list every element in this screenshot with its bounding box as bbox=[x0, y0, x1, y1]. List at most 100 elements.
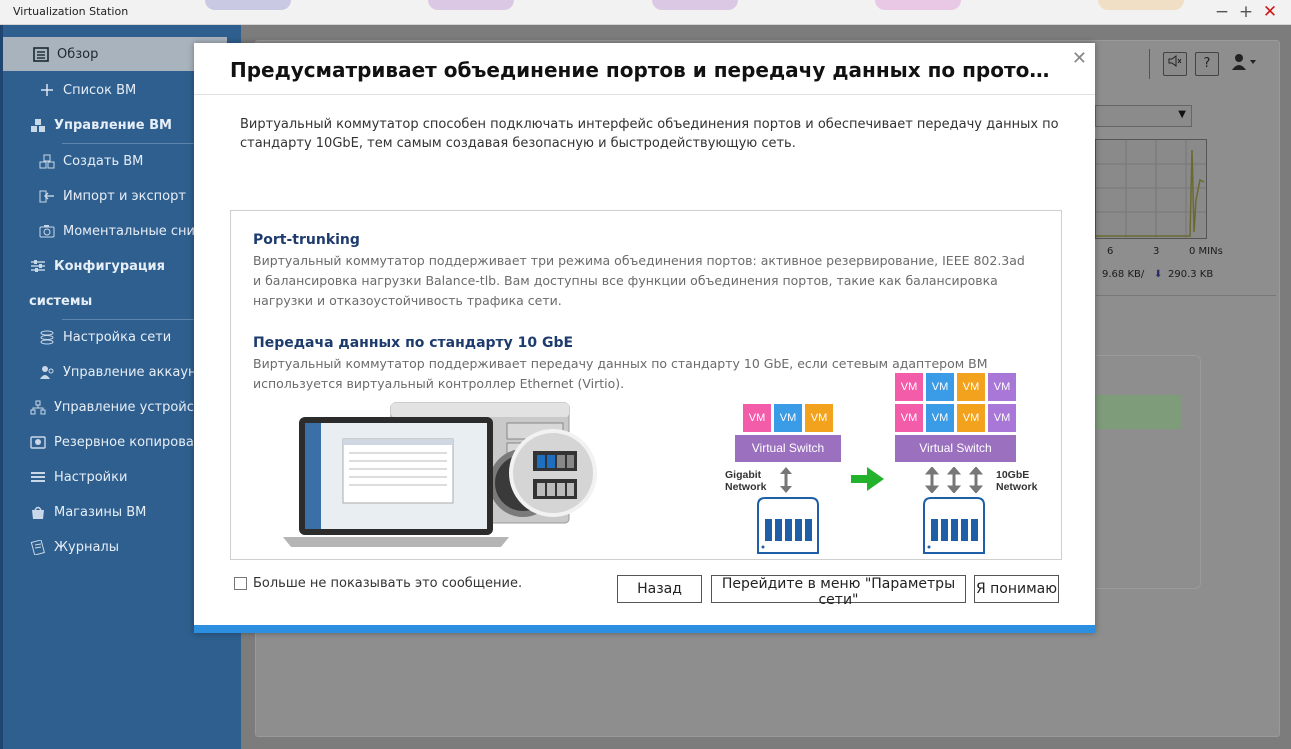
help-icon: ? bbox=[1203, 56, 1211, 71]
vm-block: VM bbox=[988, 404, 1016, 432]
minimize-button[interactable]: − bbox=[1212, 1, 1232, 23]
vm-block: VM bbox=[743, 404, 771, 432]
logs-icon bbox=[29, 538, 47, 556]
green-arrow-icon bbox=[851, 467, 884, 491]
devices-icon bbox=[29, 398, 47, 416]
feature-title-port-trunking: Port-trunking bbox=[253, 232, 360, 248]
sidebar-item-system-config[interactable]: Конфигурация bbox=[0, 249, 227, 283]
upload-stat: 9.68 KB/ bbox=[1102, 269, 1145, 280]
ok-button[interactable]: Я понимаю bbox=[974, 575, 1059, 603]
nas-device-icon bbox=[923, 497, 985, 554]
network-diagram: VM VM VM Virtual Switch Gigabit Network V… bbox=[721, 371, 1061, 559]
decor-shape bbox=[205, 0, 291, 10]
create-vm-icon bbox=[38, 152, 56, 170]
vm-block: VM bbox=[895, 373, 923, 401]
decor-shape bbox=[1098, 0, 1184, 10]
decor-shape bbox=[652, 0, 738, 10]
virtual-switch-left: Virtual Switch bbox=[735, 435, 841, 462]
timeline-tick: 3 bbox=[1153, 246, 1160, 257]
vm-block: VM bbox=[895, 404, 923, 432]
sidebar-item-label: Обзор bbox=[57, 46, 99, 62]
dont-show-again-row[interactable]: Больше не показывать это сообщение. bbox=[234, 576, 522, 591]
settings-icon bbox=[29, 468, 47, 486]
feature-dialog: Предусматривает объединение портов и пер… bbox=[194, 43, 1095, 633]
feature-title-10gbe: Передача данных по стандарту 10 GbE bbox=[253, 335, 574, 351]
user-menu-button[interactable] bbox=[1231, 53, 1261, 75]
dialog-title: Предусматривает объединение портов и пер… bbox=[230, 58, 1060, 82]
sidebar-item-label: Настройки bbox=[54, 469, 128, 485]
sidebar-item-system-config-cont[interactable]: системы bbox=[0, 284, 227, 318]
help-button[interactable]: ? bbox=[1195, 52, 1219, 76]
backup-icon bbox=[29, 433, 47, 451]
header-divider bbox=[1149, 49, 1150, 79]
sidebar-item-label: Список ВМ bbox=[63, 82, 137, 98]
camera-icon bbox=[38, 222, 56, 240]
maximize-button[interactable]: + bbox=[1236, 1, 1256, 23]
dont-show-again-checkbox[interactable] bbox=[234, 577, 247, 590]
sidebar-item-label: Импорт и экспорт bbox=[63, 188, 186, 204]
dialog-accent-bar bbox=[194, 625, 1095, 633]
vm-block: VM bbox=[926, 404, 954, 432]
decor-shape bbox=[875, 0, 961, 10]
multi-link-arrows-icon bbox=[925, 467, 984, 493]
config-icon bbox=[29, 257, 47, 275]
sidebar-item-label: Настройка сети bbox=[63, 329, 172, 345]
traffic-chart bbox=[1095, 139, 1207, 239]
vm-block: VM bbox=[926, 373, 954, 401]
store-icon bbox=[29, 503, 47, 521]
window-title-bar: Virtualization Station − + ✕ bbox=[0, 0, 1291, 25]
network-settings-button[interactable]: Перейдите в меню "Параметры сети" bbox=[711, 575, 966, 608]
sidebar-item-backup[interactable]: Резервное копирован... bbox=[0, 425, 227, 459]
overview-icon bbox=[32, 45, 50, 63]
sidebar-item-label: системы bbox=[29, 293, 93, 309]
feature-content-box: Port-trunking Виртуальный коммутатор под… bbox=[230, 210, 1062, 560]
period-select[interactable]: ▼ bbox=[1095, 105, 1192, 127]
vm-block: VM bbox=[988, 373, 1016, 401]
plus-icon bbox=[38, 81, 56, 99]
user-icon bbox=[1232, 54, 1256, 70]
timeline-tick: 6 bbox=[1107, 246, 1114, 257]
virtual-switch-right: Virtual Switch bbox=[895, 435, 1016, 462]
sidebar-item-settings[interactable]: Настройки bbox=[0, 460, 227, 494]
sidebar-item-label: Журналы bbox=[54, 539, 119, 555]
speaker-button[interactable] bbox=[1163, 52, 1187, 76]
decor-shape bbox=[428, 0, 514, 10]
close-icon[interactable]: ✕ bbox=[1072, 48, 1087, 69]
vm-block: VM bbox=[805, 404, 833, 432]
vm-block: VM bbox=[957, 373, 985, 401]
bidirectional-arrow-icon bbox=[780, 467, 792, 493]
sidebar-item-label: Магазины ВМ bbox=[54, 504, 147, 520]
app-title: Virtualization Station bbox=[13, 5, 129, 18]
network-icon bbox=[38, 328, 56, 346]
status-bar bbox=[1096, 395, 1182, 429]
vm-block: VM bbox=[774, 404, 802, 432]
timeline-tick: 0 MINs bbox=[1189, 246, 1223, 257]
sidebar-item-logs[interactable]: Журналы bbox=[0, 530, 227, 564]
feature-text-port-trunking: Виртуальный коммутатор поддерживает три … bbox=[253, 253, 1025, 308]
dialog-description: Виртуальный коммутатор способен подключа… bbox=[240, 117, 1059, 151]
10gbe-network-label: 10GbE Network bbox=[996, 469, 1038, 493]
nas-device-icon bbox=[757, 497, 819, 554]
close-window-button[interactable]: ✕ bbox=[1260, 1, 1280, 23]
sidebar-item-devices[interactable]: Управление устройств... bbox=[0, 390, 227, 424]
speaker-icon bbox=[1168, 55, 1182, 67]
gigabit-network-label: Gigabit Network bbox=[725, 469, 767, 493]
download-stat: 290.3 KB bbox=[1168, 269, 1214, 280]
accounts-icon bbox=[38, 363, 56, 381]
vm-block: VM bbox=[957, 404, 985, 432]
import-export-icon bbox=[38, 187, 56, 205]
section-divider bbox=[1096, 295, 1276, 296]
back-button[interactable]: Назад bbox=[617, 575, 702, 603]
dont-show-again-label: Больше не показывать это сообщение. bbox=[253, 576, 523, 591]
resource-panel bbox=[1096, 355, 1201, 589]
dialog-divider bbox=[194, 94, 1095, 95]
sidebar-item-label: Резервное копирован... bbox=[54, 434, 215, 450]
sidebar-item-vm-management[interactable]: Управление ВМ bbox=[0, 108, 227, 142]
sidebar-item-vm-stores[interactable]: Магазины ВМ bbox=[0, 495, 227, 529]
sidebar-item-label: Конфигурация bbox=[54, 258, 165, 274]
sidebar-item-label: Управление ВМ bbox=[54, 117, 172, 133]
sidebar-item-label: Создать ВМ bbox=[63, 153, 144, 169]
download-arrow-icon: ⬇ bbox=[1154, 269, 1163, 280]
vm-group-icon bbox=[29, 116, 47, 134]
nas-laptop-illustration bbox=[283, 395, 603, 555]
